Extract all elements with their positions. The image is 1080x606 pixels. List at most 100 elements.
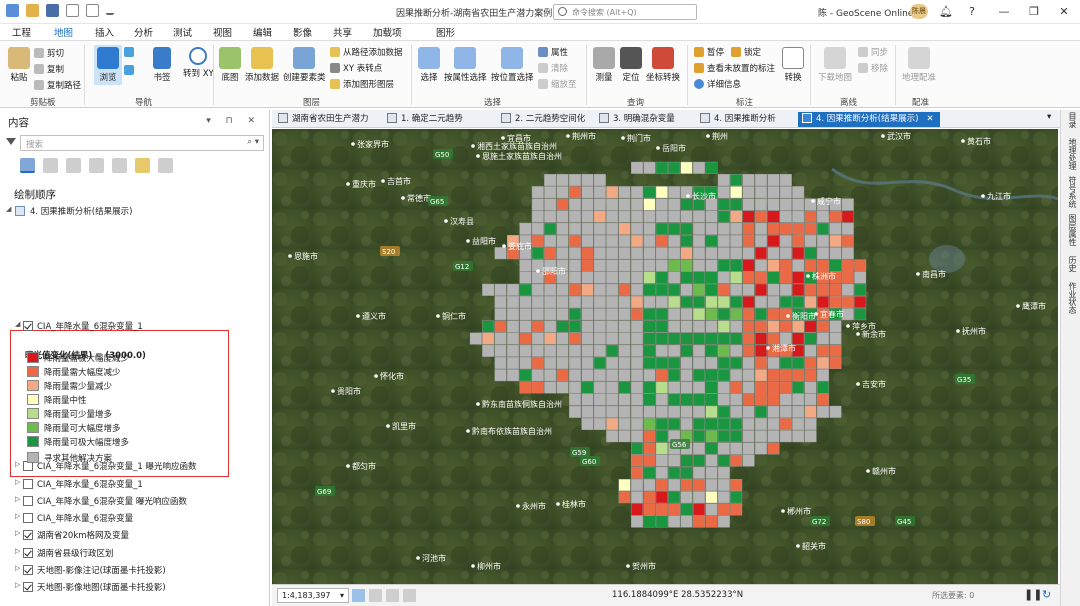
grid-cell[interactable] bbox=[655, 491, 668, 504]
grid-cell[interactable] bbox=[556, 295, 569, 308]
grid-cell[interactable] bbox=[767, 332, 780, 345]
tab-project[interactable]: 工程 bbox=[12, 25, 31, 39]
grid-cell[interactable] bbox=[544, 198, 557, 211]
grid-cell[interactable] bbox=[693, 466, 706, 479]
cut-button[interactable]: 剪切 bbox=[34, 47, 64, 59]
grid-cell[interactable] bbox=[705, 369, 718, 382]
side-tab-catalog[interactable]: 目录 bbox=[1064, 112, 1078, 128]
grid-cell[interactable] bbox=[569, 174, 582, 187]
grid-cell[interactable] bbox=[531, 344, 544, 357]
grid-cell[interactable] bbox=[755, 198, 768, 211]
grid-cell[interactable] bbox=[792, 198, 805, 211]
grid-cell[interactable] bbox=[717, 259, 730, 272]
grid-cell[interactable] bbox=[556, 344, 569, 357]
grid-cell[interactable] bbox=[606, 295, 619, 308]
grid-cell[interactable] bbox=[742, 222, 755, 235]
grid-cell[interactable] bbox=[482, 344, 495, 357]
grid-cell[interactable] bbox=[569, 234, 582, 247]
grid-cell[interactable] bbox=[680, 393, 693, 406]
grid-cell[interactable] bbox=[506, 295, 519, 308]
grid-cell[interactable] bbox=[631, 344, 644, 357]
grid-cell[interactable] bbox=[544, 234, 557, 247]
grid-cell[interactable] bbox=[655, 198, 668, 211]
grid-cell[interactable] bbox=[606, 234, 619, 247]
paste-button[interactable]: 粘贴 bbox=[8, 47, 30, 83]
grid-cell[interactable] bbox=[519, 308, 532, 321]
grid-cell[interactable] bbox=[531, 381, 544, 394]
grid-cell[interactable] bbox=[668, 369, 681, 382]
grid-cell[interactable] bbox=[742, 344, 755, 357]
grid-cell[interactable] bbox=[693, 222, 706, 235]
grid-cell[interactable] bbox=[792, 405, 805, 418]
grid-cell[interactable] bbox=[717, 393, 730, 406]
grid-cell[interactable] bbox=[643, 320, 656, 333]
grid-cell[interactable] bbox=[631, 320, 644, 333]
grid-cell[interactable] bbox=[655, 161, 668, 174]
grid-cell[interactable] bbox=[606, 247, 619, 260]
grid-cell[interactable] bbox=[755, 271, 768, 284]
grid-cell[interactable] bbox=[717, 430, 730, 443]
tab-test[interactable]: 测试 bbox=[173, 25, 192, 39]
grid-cell[interactable] bbox=[779, 198, 792, 211]
grid-cell[interactable] bbox=[755, 259, 768, 272]
grid-cell[interactable] bbox=[693, 259, 706, 272]
map-view[interactable]: 常德市 岳阳市 荆州市 汉寿县 益阳市 长沙市 湘潭市 株洲市 娄底市 邵阳市 衡阳市 郴州市 永州市 怀… bbox=[272, 129, 1058, 584]
grid-cell[interactable] bbox=[792, 356, 805, 369]
grid-cell[interactable] bbox=[854, 259, 867, 272]
grid-cell[interactable] bbox=[556, 381, 569, 394]
grid-cell[interactable] bbox=[581, 332, 594, 345]
grid-cell[interactable] bbox=[717, 247, 730, 260]
measure-button[interactable]: 测量 bbox=[593, 47, 615, 83]
grid-cell[interactable] bbox=[680, 161, 693, 174]
grid-cell[interactable] bbox=[643, 356, 656, 369]
tab-addins[interactable]: 加载项 bbox=[373, 25, 402, 39]
grid-cell[interactable] bbox=[643, 222, 656, 235]
grid-cell[interactable] bbox=[569, 259, 582, 272]
grid-cell[interactable] bbox=[693, 503, 706, 516]
grid-cell[interactable] bbox=[643, 430, 656, 443]
grid-cell[interactable] bbox=[643, 454, 656, 467]
grid-cell[interactable] bbox=[841, 271, 854, 284]
grid-cell[interactable] bbox=[680, 259, 693, 272]
grid-cell[interactable] bbox=[730, 332, 743, 345]
list-by-selection-icon[interactable] bbox=[66, 158, 81, 173]
grid-cell[interactable] bbox=[742, 430, 755, 443]
grid-cell[interactable] bbox=[854, 283, 867, 296]
grid-cell[interactable] bbox=[767, 393, 780, 406]
grid-cell[interactable] bbox=[668, 344, 681, 357]
grid-cell[interactable] bbox=[655, 405, 668, 418]
grid-cell[interactable] bbox=[817, 295, 830, 308]
grid-cell[interactable] bbox=[705, 222, 718, 235]
grid-cell[interactable] bbox=[593, 332, 606, 345]
grid-cell[interactable] bbox=[581, 174, 594, 187]
grid-cell[interactable] bbox=[792, 393, 805, 406]
explore-button[interactable]: 浏览 bbox=[94, 45, 122, 85]
grid-cell[interactable] bbox=[705, 161, 718, 174]
grid-cell[interactable] bbox=[631, 210, 644, 223]
grid-cell[interactable] bbox=[693, 295, 706, 308]
grid-cell[interactable] bbox=[544, 344, 557, 357]
grid-cell[interactable] bbox=[544, 283, 557, 296]
grid-cell[interactable] bbox=[618, 295, 631, 308]
grid-cell[interactable] bbox=[581, 344, 594, 357]
grid-cell[interactable] bbox=[668, 161, 681, 174]
grid-cell[interactable] bbox=[531, 186, 544, 199]
grid-cell[interactable] bbox=[643, 283, 656, 296]
grid-cell[interactable] bbox=[792, 381, 805, 394]
grid-cell[interactable] bbox=[742, 234, 755, 247]
grid-cell[interactable] bbox=[581, 259, 594, 272]
grid-cell[interactable] bbox=[668, 247, 681, 260]
lock-labels-button[interactable]: 锁定 bbox=[731, 46, 761, 58]
grid-cell[interactable] bbox=[804, 295, 817, 308]
grid-cell[interactable] bbox=[717, 454, 730, 467]
grid-cell[interactable] bbox=[680, 479, 693, 492]
grid-cell[interactable] bbox=[631, 283, 644, 296]
grid-cell[interactable] bbox=[829, 344, 842, 357]
grid-cell[interactable] bbox=[506, 308, 519, 321]
zoom-to-selection-button[interactable]: 缩放至 bbox=[538, 78, 577, 90]
grid-cell[interactable] bbox=[631, 295, 644, 308]
grid-cell[interactable] bbox=[829, 234, 842, 247]
grid-cell[interactable] bbox=[779, 393, 792, 406]
tab-map-2[interactable]: 2. 二元趋势空间化 bbox=[501, 112, 585, 127]
grid-cell[interactable] bbox=[655, 222, 668, 235]
